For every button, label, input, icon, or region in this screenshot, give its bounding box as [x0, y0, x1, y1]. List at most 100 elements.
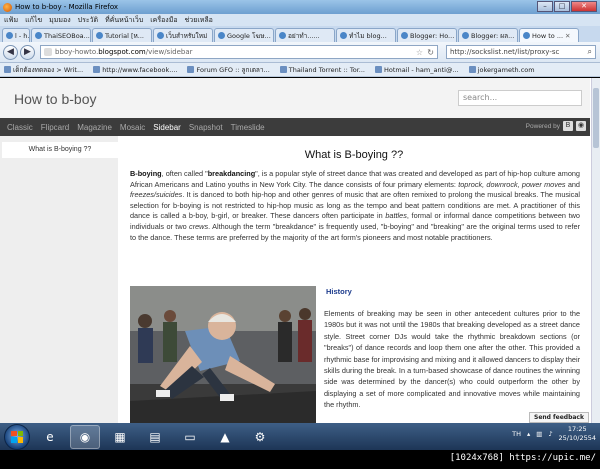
view-mosaic[interactable]: Mosaic — [120, 123, 145, 132]
tray-arrow-icon[interactable]: ▴ — [527, 430, 530, 438]
bookmark-icon — [374, 66, 382, 73]
page-favicon — [96, 32, 103, 39]
close-window-button[interactable]: ✕ — [571, 1, 597, 12]
powered-by: Powered by B ◉ — [526, 121, 586, 131]
bboy-photo — [130, 286, 316, 423]
bookmark-item[interactable]: Forum GFO :: ลูกเตลา... — [187, 65, 270, 75]
page-scrollbar[interactable] — [591, 78, 600, 423]
page-favicon — [340, 32, 347, 39]
vlc-icon[interactable]: ▲ — [210, 425, 240, 449]
firefox-taskbar-icon[interactable]: ◉ — [70, 424, 100, 449]
bookmark-star-icon[interactable]: ☆ — [416, 48, 423, 57]
maximize-button[interactable]: □ — [554, 1, 570, 12]
browser-tab[interactable]: Blogger: ผล... — [458, 28, 518, 42]
bookmark-icon — [4, 66, 11, 73]
page-favicon — [218, 32, 225, 39]
menu-edit[interactable]: แก้ไข — [25, 15, 42, 26]
bookmark-icon — [279, 66, 287, 73]
volume-icon[interactable]: ♪ — [548, 430, 552, 438]
bookmark-item[interactable]: Thailand Torrent :: Tor... — [279, 66, 365, 74]
window-title: How to b-boy - Mozilla Firefox — [15, 3, 119, 11]
menu-tools[interactable]: เครื่องมือ — [150, 15, 177, 26]
bookmark-item[interactable]: http://www.facebook.... — [93, 66, 177, 74]
clock[interactable]: 17:25 25/10/2554 — [559, 425, 596, 443]
close-tab-icon[interactable]: ✕ — [565, 32, 570, 40]
view-magazine[interactable]: Magazine — [77, 123, 112, 132]
start-button[interactable] — [4, 423, 30, 450]
sidebar-post-item[interactable]: What is B-boying ?? — [2, 142, 118, 158]
blogger-icon[interactable]: B — [563, 121, 573, 131]
bookmark-item[interactable]: เด็กต้องทดลอง > Writ... — [4, 65, 83, 75]
bookmark-icon — [187, 66, 195, 73]
bookmark-icon — [93, 66, 101, 73]
tab-bar: l - h... ThaiSEOBoa... Tutorial [ห... เว… — [0, 26, 600, 42]
url-path: /view/sidebar — [145, 48, 193, 56]
blog-header: How to b-boy search... — [0, 78, 590, 118]
search-icon[interactable]: ⌕ — [588, 47, 592, 57]
page-favicon — [279, 32, 286, 39]
window-icon[interactable]: ▭ — [175, 425, 205, 449]
site-identity-icon — [44, 48, 52, 56]
view-timeslide[interactable]: Timeslide — [231, 123, 265, 132]
calculator-icon[interactable]: ▦ — [105, 425, 135, 449]
history-heading: History — [326, 287, 352, 296]
system-tray: TH ▴ ▥ ♪ 17:25 25/10/2554 — [512, 425, 596, 443]
page-favicon — [6, 32, 13, 39]
rss-icon[interactable]: ◉ — [576, 121, 586, 131]
menu-history[interactable]: ประวัติ — [78, 15, 98, 26]
language-indicator[interactable]: TH — [512, 430, 521, 438]
view-flipcard[interactable]: Flipcard — [41, 123, 69, 132]
view-switcher-bar: Classic Flipcard Magazine Mosaic Sidebar… — [0, 118, 590, 136]
page-viewport: How to b-boy search... Classic Flipcard … — [0, 78, 600, 423]
browser-tab[interactable]: Blogger: Ho... — [397, 28, 457, 42]
browser-tab[interactable]: ทำไม blog... — [336, 28, 396, 42]
page-favicon — [401, 32, 408, 39]
browser-tab[interactable]: l - h... — [2, 28, 30, 42]
bookmark-item[interactable]: jokergameth.com — [468, 66, 535, 74]
view-snapshot[interactable]: Snapshot — [189, 123, 223, 132]
back-button[interactable]: ◀ — [3, 44, 18, 60]
window-titlebar: How to b-boy - Mozilla Firefox – □ ✕ — [0, 0, 600, 14]
clock-date: 25/10/2554 — [558, 434, 596, 442]
browser-tab[interactable]: Tutorial [ห... — [92, 28, 152, 42]
blog-title[interactable]: How to b-boy — [14, 91, 96, 107]
page-favicon — [157, 32, 164, 39]
bookmark-item[interactable]: Hotmail - ham_anti@... — [374, 66, 459, 74]
internet-explorer-icon[interactable]: e — [35, 425, 65, 449]
browser-tab[interactable]: เว็บสำหรับใหม่ — [153, 28, 213, 42]
scrollbar-thumb[interactable] — [593, 88, 599, 148]
menu-help[interactable]: ช่วยเหลือ — [185, 15, 213, 26]
menu-view[interactable]: มุมมอง — [49, 15, 70, 26]
screenshot-footer: [1024x768] https://upic.me/ — [0, 450, 600, 469]
view-classic[interactable]: Classic — [7, 123, 33, 132]
menu-bookmarks[interactable]: ที่คั่นหน้าเว็บ — [105, 15, 143, 26]
menu-file[interactable]: แฟ้ม — [4, 15, 18, 26]
windows-logo-icon — [11, 430, 23, 443]
view-sidebar[interactable]: Sidebar — [153, 123, 181, 132]
network-icon[interactable]: ▥ — [536, 430, 542, 438]
minimize-button[interactable]: – — [537, 1, 553, 12]
browser-tab[interactable]: ThaiSEOBoa... — [31, 28, 91, 42]
page-favicon — [523, 32, 530, 39]
send-feedback-button[interactable]: Send feedback — [529, 412, 589, 423]
browser-tab-active[interactable]: How to ... ✕ — [519, 28, 579, 42]
settings-icon[interactable]: ⚙ — [245, 425, 275, 449]
search-value: http://sockslist.net/list/proxy-sc — [450, 48, 560, 56]
bboy-photo-illustration — [130, 286, 316, 423]
forward-button[interactable]: ▶ — [20, 44, 35, 60]
post-intro: B-boying, often called "breakdancing", i… — [130, 169, 581, 242]
browser-search-input[interactable]: http://sockslist.net/list/proxy-sc ⌕ — [446, 45, 596, 59]
url-bar[interactable]: bboy-howto. blogspot.com/view/sidebar ☆ ↻ — [40, 45, 438, 59]
firefox-icon — [3, 2, 12, 12]
reload-icon[interactable]: ↻ — [427, 48, 434, 57]
browser-tab[interactable]: อย่าทำ...... — [275, 28, 335, 42]
blog-search-input[interactable]: search... — [458, 90, 582, 106]
menu-bar: แฟ้ม แก้ไข มุมมอง ประวัติ ที่คั่นหน้าเว็… — [0, 14, 600, 26]
navigation-bar: ◀ ▶ bboy-howto. blogspot.com/view/sidebar… — [0, 42, 600, 63]
clock-time: 17:25 — [567, 425, 587, 433]
folder-icon[interactable]: ▤ — [140, 425, 170, 449]
windows-taskbar: e ◉ ▦ ▤ ▭ ▲ ⚙ TH ▴ ▥ ♪ 17:25 25/10/2554 — [0, 423, 600, 450]
page-favicon — [462, 32, 469, 39]
post-sidebar: What is B-boying ?? — [0, 136, 118, 423]
browser-tab[interactable]: Google โฆษ... — [214, 28, 274, 42]
